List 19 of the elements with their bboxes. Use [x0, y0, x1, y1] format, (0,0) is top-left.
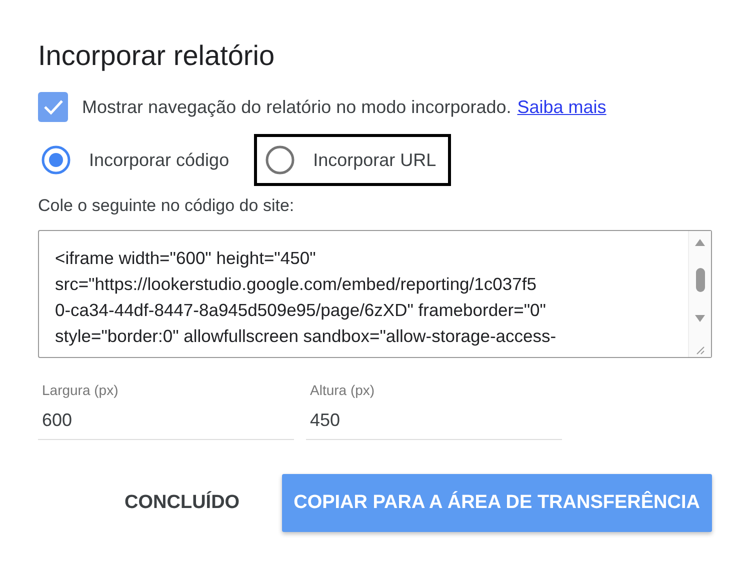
learn-more-link[interactable]: Saiba mais: [517, 96, 606, 118]
scrollbar-thumb[interactable]: [696, 268, 704, 292]
checkbox[interactable]: [38, 92, 68, 122]
resize-handle-icon[interactable]: [695, 344, 705, 355]
radio-option[interactable]: Incorporar URL: [254, 134, 452, 186]
field-value: 450: [310, 410, 342, 431]
scroll-down-icon[interactable]: [694, 314, 706, 324]
input-field[interactable]: Largura (px) 600: [38, 382, 294, 440]
checkbox-label: Mostrar navegação do relatório no modo incorporado.: [82, 96, 512, 118]
field-value: 600: [42, 410, 74, 431]
done-button[interactable]: CONCLUÍDO: [112, 474, 252, 532]
input-field[interactable]: Altura (px) 450: [306, 382, 562, 440]
radio-option[interactable]: Incorporar código: [38, 134, 244, 186]
field-label: Altura (px): [310, 382, 376, 398]
code-textarea[interactable]: <iframe width="600" height="450" src="https://lookerstudio.google.com/embed/reporting/1c037f5 0-ca34-44df-8447-8a945d509e95/page/6zXD" frameborder="0" style="border:0" allowfullscreen sandbox="allow-storage-access-: [38, 230, 712, 358]
field-label: Largura (px): [42, 382, 120, 398]
code-label: Cole o seguinte no código do site:: [38, 196, 296, 216]
dialog-title: Incorporar relatório: [38, 40, 276, 72]
scroll-up-icon[interactable]: [694, 237, 706, 247]
